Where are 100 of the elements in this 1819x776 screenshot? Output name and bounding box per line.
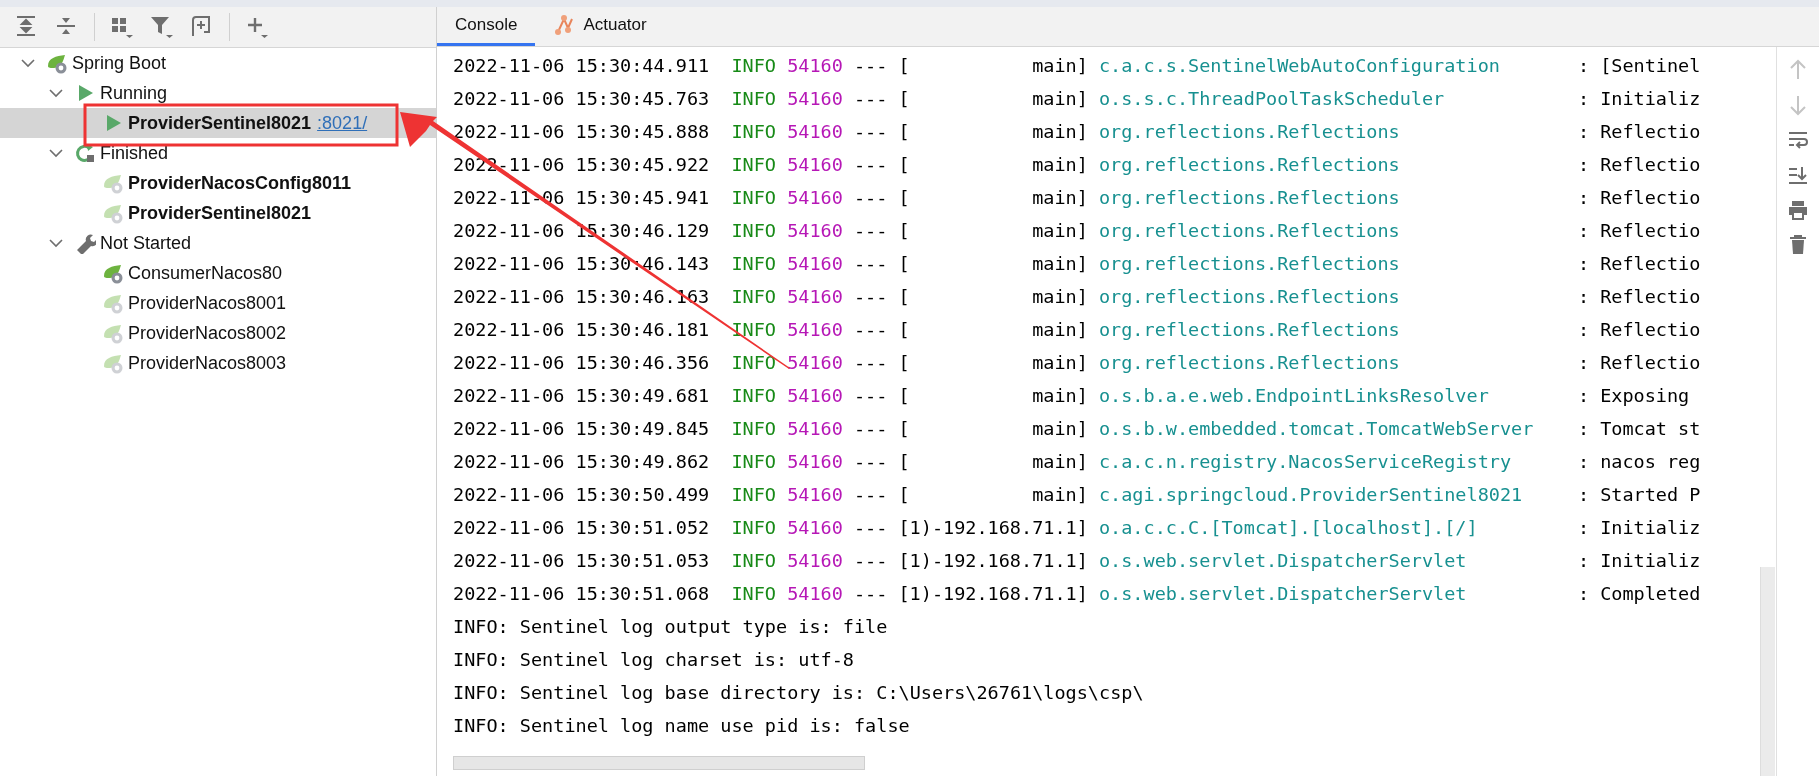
process-id: 54160 [787, 186, 844, 210]
log-separator: --- [853, 186, 889, 210]
log-message: : Reflectio [1577, 186, 1701, 210]
thread-name: [1)-192.168.71.1] [898, 549, 1089, 573]
tree-item[interactable]: ProviderNacos8003 [0, 348, 436, 378]
log-timestamp: 2022-11-06 15:30:45.888 [453, 120, 711, 144]
log-separator: --- [853, 483, 889, 507]
log-timestamp: 2022-11-06 15:30:44.911 [453, 54, 711, 78]
logger-name: o.s.b.w.embedded.tomcat.TomcatWebServer [1098, 417, 1535, 441]
tree-item[interactable]: ProviderSentinel8021 :8021/ [0, 108, 436, 138]
log-separator: --- [853, 351, 889, 375]
log-message: : Reflectio [1577, 252, 1701, 276]
log-message: : Reflectio [1577, 120, 1701, 144]
port-link[interactable]: :8021/ [317, 112, 368, 134]
log-separator: --- [853, 87, 889, 111]
tree-item[interactable]: ProviderNacosConfig8011 [0, 168, 436, 198]
process-id: 54160 [787, 120, 844, 144]
log-level: INFO [731, 384, 777, 408]
log-separator: --- [853, 516, 889, 540]
log-separator: --- [853, 582, 889, 606]
log-separator: --- [853, 54, 889, 78]
logger-name: org.reflections.Reflections [1098, 120, 1401, 144]
log-level: INFO [731, 516, 777, 540]
tree-item[interactable]: ProviderNacos8002 [0, 318, 436, 348]
spring-boot-icon [46, 52, 68, 74]
log-level: INFO [731, 252, 777, 276]
log-timestamp: 2022-11-06 15:30:51.068 [453, 582, 711, 606]
process-id: 54160 [787, 153, 844, 177]
logger-name: org.reflections.Reflections [1098, 219, 1401, 243]
log-separator: --- [853, 219, 889, 243]
logger-name: o.s.web.servlet.DispatcherServlet [1098, 549, 1468, 573]
log-message: : Initializ [1577, 516, 1701, 540]
horizontal-scrollbar[interactable] [453, 756, 865, 770]
thread-name: [ main] [898, 120, 1089, 144]
tree-item[interactable]: ConsumerNacos80 [0, 258, 436, 288]
log-level: INFO [731, 450, 777, 474]
process-id: 54160 [787, 285, 844, 309]
log-message: : Completed [1577, 582, 1701, 606]
tree-item[interactable]: Running [0, 78, 436, 108]
tree-item[interactable]: Not Started [0, 228, 436, 258]
log-level: INFO [731, 351, 777, 375]
log-level: INFO [731, 153, 777, 177]
filter-button[interactable] [149, 14, 175, 40]
thread-name: [ main] [898, 153, 1089, 177]
process-id: 54160 [787, 351, 844, 375]
log-timestamp: 2022-11-06 15:30:51.052 [453, 516, 711, 540]
log-timestamp: 2022-11-06 15:30:50.499 [453, 483, 711, 507]
tree-item[interactable]: ProviderSentinel8021 [0, 198, 436, 228]
log-level: INFO [731, 87, 777, 111]
logger-name: c.agi.springcloud.ProviderSentinel8021 [1098, 483, 1524, 507]
thread-name: [ main] [898, 483, 1089, 507]
log-message: : Reflectio [1577, 153, 1701, 177]
log-timestamp: 2022-11-06 15:30:49.681 [453, 384, 711, 408]
log-level: INFO [731, 318, 777, 342]
process-id: 54160 [787, 318, 844, 342]
tree-item[interactable]: Spring Boot [0, 48, 436, 78]
log-timestamp: 2022-11-06 15:30:49.862 [453, 450, 711, 474]
process-id: 54160 [787, 87, 844, 111]
vertical-scrollbar[interactable] [1760, 567, 1775, 776]
thread-name: [ main] [898, 351, 1089, 375]
process-id: 54160 [787, 483, 844, 507]
tab[interactable]: Actuator [535, 7, 665, 46]
log-message: : Exposing [1577, 384, 1690, 408]
logger-name: org.reflections.Reflections [1098, 186, 1401, 210]
log-level: INFO [731, 219, 777, 243]
process-id: 54160 [787, 549, 844, 573]
log-level: INFO [731, 285, 777, 309]
process-id: 54160 [787, 384, 844, 408]
process-id: 54160 [787, 219, 844, 243]
log-message: : [Sentinel [1577, 54, 1701, 78]
thread-name: [1)-192.168.71.1] [898, 582, 1089, 606]
log-timestamp: 2022-11-06 15:30:46.181 [453, 318, 711, 342]
log-message: : Initializ [1577, 549, 1701, 573]
thread-name: [ main] [898, 417, 1089, 441]
thread-name: [1)-192.168.71.1] [898, 516, 1089, 540]
logger-name: org.reflections.Reflections [1098, 153, 1401, 177]
thread-name: [ main] [898, 285, 1089, 309]
log-line: INFO: Sentinel log base directory is: C:\Users\26761\logs\csp\ [453, 681, 1144, 705]
log-line: INFO: Sentinel log charset is: utf-8 [453, 648, 854, 672]
log-message: : Tomcat st [1577, 417, 1701, 441]
log-level: INFO [731, 483, 777, 507]
log-level: INFO [731, 582, 777, 606]
log-message: : Started P [1577, 483, 1701, 507]
tree-item[interactable]: Finished [0, 138, 436, 168]
log-separator: --- [853, 450, 889, 474]
log-message: : Reflectio [1577, 285, 1701, 309]
log-message: : Reflectio [1577, 219, 1701, 243]
log-timestamp: 2022-11-06 15:30:51.053 [453, 549, 711, 573]
tree-item[interactable]: ProviderNacos8001 [0, 288, 436, 318]
log-separator: --- [853, 252, 889, 276]
logger-name: o.s.web.servlet.DispatcherServlet [1098, 582, 1468, 606]
thread-name: [ main] [898, 186, 1089, 210]
thread-name: [ main] [898, 54, 1089, 78]
thread-name: [ main] [898, 318, 1089, 342]
log-level: INFO [731, 186, 777, 210]
process-id: 54160 [787, 450, 844, 474]
log-line: INFO: Sentinel log output type is: file [453, 615, 888, 639]
tab[interactable]: Console [437, 7, 536, 46]
logger-name: o.a.c.c.C.[Tomcat].[localhost].[/] [1098, 516, 1479, 540]
log-separator: --- [853, 285, 889, 309]
